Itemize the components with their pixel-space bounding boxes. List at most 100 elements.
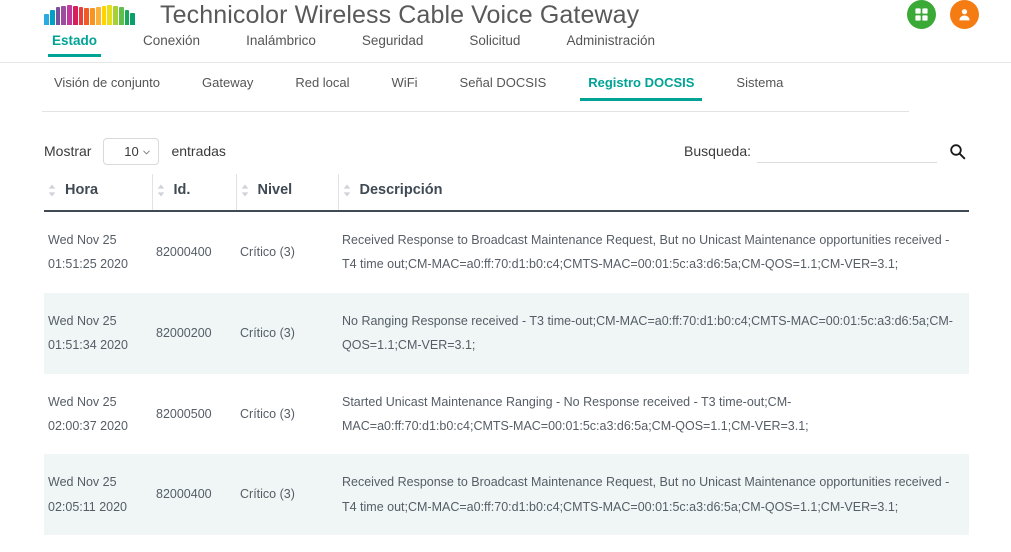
logo-bar: [107, 4, 112, 25]
hora-date: Wed Nov 25: [48, 233, 117, 247]
cell-hora: Wed Nov 2502:05:11 2020: [44, 454, 152, 535]
page-length-control: Mostrar 10 entradas: [44, 137, 226, 165]
primary-navigation: Estado Conexión Inalámbrico Seguridad Solici…: [0, 33, 1011, 63]
table-row: Wed Nov 25 02:00:37 2020 82000500 Crítico (…: [44, 374, 969, 455]
table-head: Hora Id. Nivel Descripción: [44, 174, 969, 212]
hora-time: 01:51:25 2020: [48, 257, 128, 272]
cell-id: 82000500: [156, 406, 212, 421]
cell-nivel: Crítico (3): [236, 535, 338, 552]
page-title: Technicolor Wireless Cable Voice Gateway: [160, 0, 640, 29]
cell-id: 82000400: [156, 487, 212, 502]
table-row: Wed Nov 25 01:51:34 2020 82000200 Crítico (…: [44, 292, 969, 374]
search-input[interactable]: [757, 139, 937, 163]
table-row: Wed Nov 25 01:51:25 2020 82000400 Crítico (…: [44, 211, 969, 293]
nav-item-conexi-n[interactable]: Conexión: [143, 33, 200, 57]
logo-bar: [118, 6, 124, 25]
logo-bar: [95, 6, 101, 25]
subnav-item-sistema[interactable]: Sistema: [736, 75, 783, 101]
logo-bar: [113, 5, 118, 25]
subnav-item-gateway[interactable]: Gateway: [202, 75, 253, 101]
sort-arrows-icon: [343, 184, 351, 197]
hora-date: Wed Nov 25: [48, 475, 117, 490]
column-header-label: Id.: [173, 182, 191, 198]
logo-bar: [67, 4, 72, 25]
cell-descripcion: No Ranging Response received - T3 time-o…: [342, 313, 953, 353]
user-icon: [959, 9, 970, 21]
subnav-item-wifi[interactable]: WiFi: [392, 75, 418, 101]
page-length-value: 10: [124, 143, 139, 159]
column-header-hora[interactable]: Hora: [44, 174, 153, 212]
cell-nivel: Crítico (3): [240, 325, 295, 340]
cell-descripcion: Received Response to Broadcast Maintenan…: [342, 475, 950, 514]
cell-nivel: Crítico (3): [240, 406, 295, 421]
nav-item-seguridad[interactable]: Seguridad: [362, 33, 424, 57]
cell-hora: Wed Nov 25 02:00:37 2020: [44, 374, 152, 455]
search-control: Busqueda:: [684, 139, 969, 163]
cell-nivel: Crítico (3): [240, 487, 295, 502]
cell-descripcion: Received Response to Broadcast Maintenan…: [342, 233, 950, 272]
search-button[interactable]: [945, 139, 969, 163]
table-row: Wed Nov 25 02:05:11 2020 82000400 Crítico (…: [44, 454, 969, 535]
sort-arrows-icon: [48, 184, 56, 197]
grid-icon: [915, 8, 928, 21]
entries-label: entradas: [171, 143, 226, 159]
column-header-label: Nivel: [257, 182, 293, 198]
sort-arrows-icon: [241, 184, 249, 197]
cell-hora: Wed Nov 2502:05:11 2020: [44, 535, 152, 552]
technicolor-logo: [44, 4, 136, 25]
page-length-select[interactable]: 10: [103, 137, 160, 165]
column-header-inner: Id.: [157, 182, 226, 198]
logo-bar: [44, 13, 49, 25]
logo-bar: [55, 6, 61, 25]
cell-id: 82000400: [156, 245, 212, 260]
column-header-label: Hora: [65, 182, 99, 198]
subnav-item-registro-docsis[interactable]: Registro DOCSIS: [580, 75, 703, 101]
logo-bar: [78, 6, 84, 25]
hora-time: 01:51:34 2020: [48, 338, 128, 353]
show-label: Mostrar: [44, 143, 92, 159]
hora-date: Wed Nov 25: [48, 394, 117, 409]
column-header-descripcion[interactable]: Descripción: [338, 174, 969, 212]
subnav-item-red-local[interactable]: Red local: [295, 75, 349, 101]
logo-bar: [90, 7, 95, 25]
nav-item-solicitud[interactable]: Solicitud: [469, 33, 520, 57]
column-header-inner: Descripción: [343, 182, 960, 198]
chevron-down-icon: [143, 150, 151, 155]
cell-nivel: Crítico (3): [240, 245, 295, 260]
apps-grid-button[interactable]: [907, 0, 936, 29]
logo-bar: [72, 5, 78, 25]
cell-hora: Wed Nov 25 01:51:25 2020: [44, 211, 152, 293]
masthead: Technicolor Wireless Cable Voice Gateway: [0, 0, 1011, 33]
header-actions: [907, 0, 979, 29]
secondary-navigation: Visión de conjunto Gateway Red local WiFi Se…: [0, 75, 1011, 112]
cell-hora: Wed Nov 25 01:51:34 2020: [44, 293, 152, 374]
nav-item-inal-mbrico[interactable]: Inalámbrico: [246, 33, 316, 57]
nav-item-administraci-n[interactable]: Administración: [566, 33, 655, 57]
table-header-row: Hora Id. Nivel Descripción: [44, 174, 969, 212]
user-account-button[interactable]: [950, 0, 979, 29]
hora-date: Wed Nov 25: [48, 313, 117, 328]
docsis-log-table: Hora Id. Nivel Descripción Wed Nov 25 01:51:…: [44, 174, 969, 552]
column-header-nivel[interactable]: Nivel: [236, 174, 339, 212]
search-label: Busqueda:: [684, 143, 751, 159]
docsis-log-panel: Mostrar 10 entradas Busqueda: Hora Id. N…: [0, 134, 1011, 552]
subnav-item-se-al-docsis[interactable]: Señal DOCSIS: [460, 75, 547, 101]
logo-bar: [124, 9, 130, 25]
cell-id: 82000200: [156, 325, 212, 340]
subnav-item-visi-n-de-conjunto[interactable]: Visión de conjunto: [54, 75, 160, 101]
table-body: Wed Nov 25 01:51:25 2020 82000400 Crítico (…: [44, 211, 969, 552]
logo-bar: [61, 5, 66, 25]
sort-arrows-icon: [157, 184, 165, 197]
logo-bar: [84, 7, 89, 25]
nav-item-estado[interactable]: Estado: [47, 33, 102, 57]
cell-id: 82000200: [152, 535, 236, 552]
hora-time: 02:00:37 2020: [48, 418, 128, 433]
table-controls: Mostrar 10 entradas Busqueda:: [44, 134, 969, 168]
logo-bar: [49, 9, 55, 25]
search-icon: [949, 143, 965, 159]
column-header-id[interactable]: Id.: [152, 174, 237, 212]
logo-bar: [130, 12, 135, 25]
cell-descripcion: Started Unicast Maintenance Ranging - No…: [342, 394, 809, 433]
column-header-inner: Nivel: [241, 182, 328, 198]
column-header-inner: Hora: [48, 182, 142, 198]
